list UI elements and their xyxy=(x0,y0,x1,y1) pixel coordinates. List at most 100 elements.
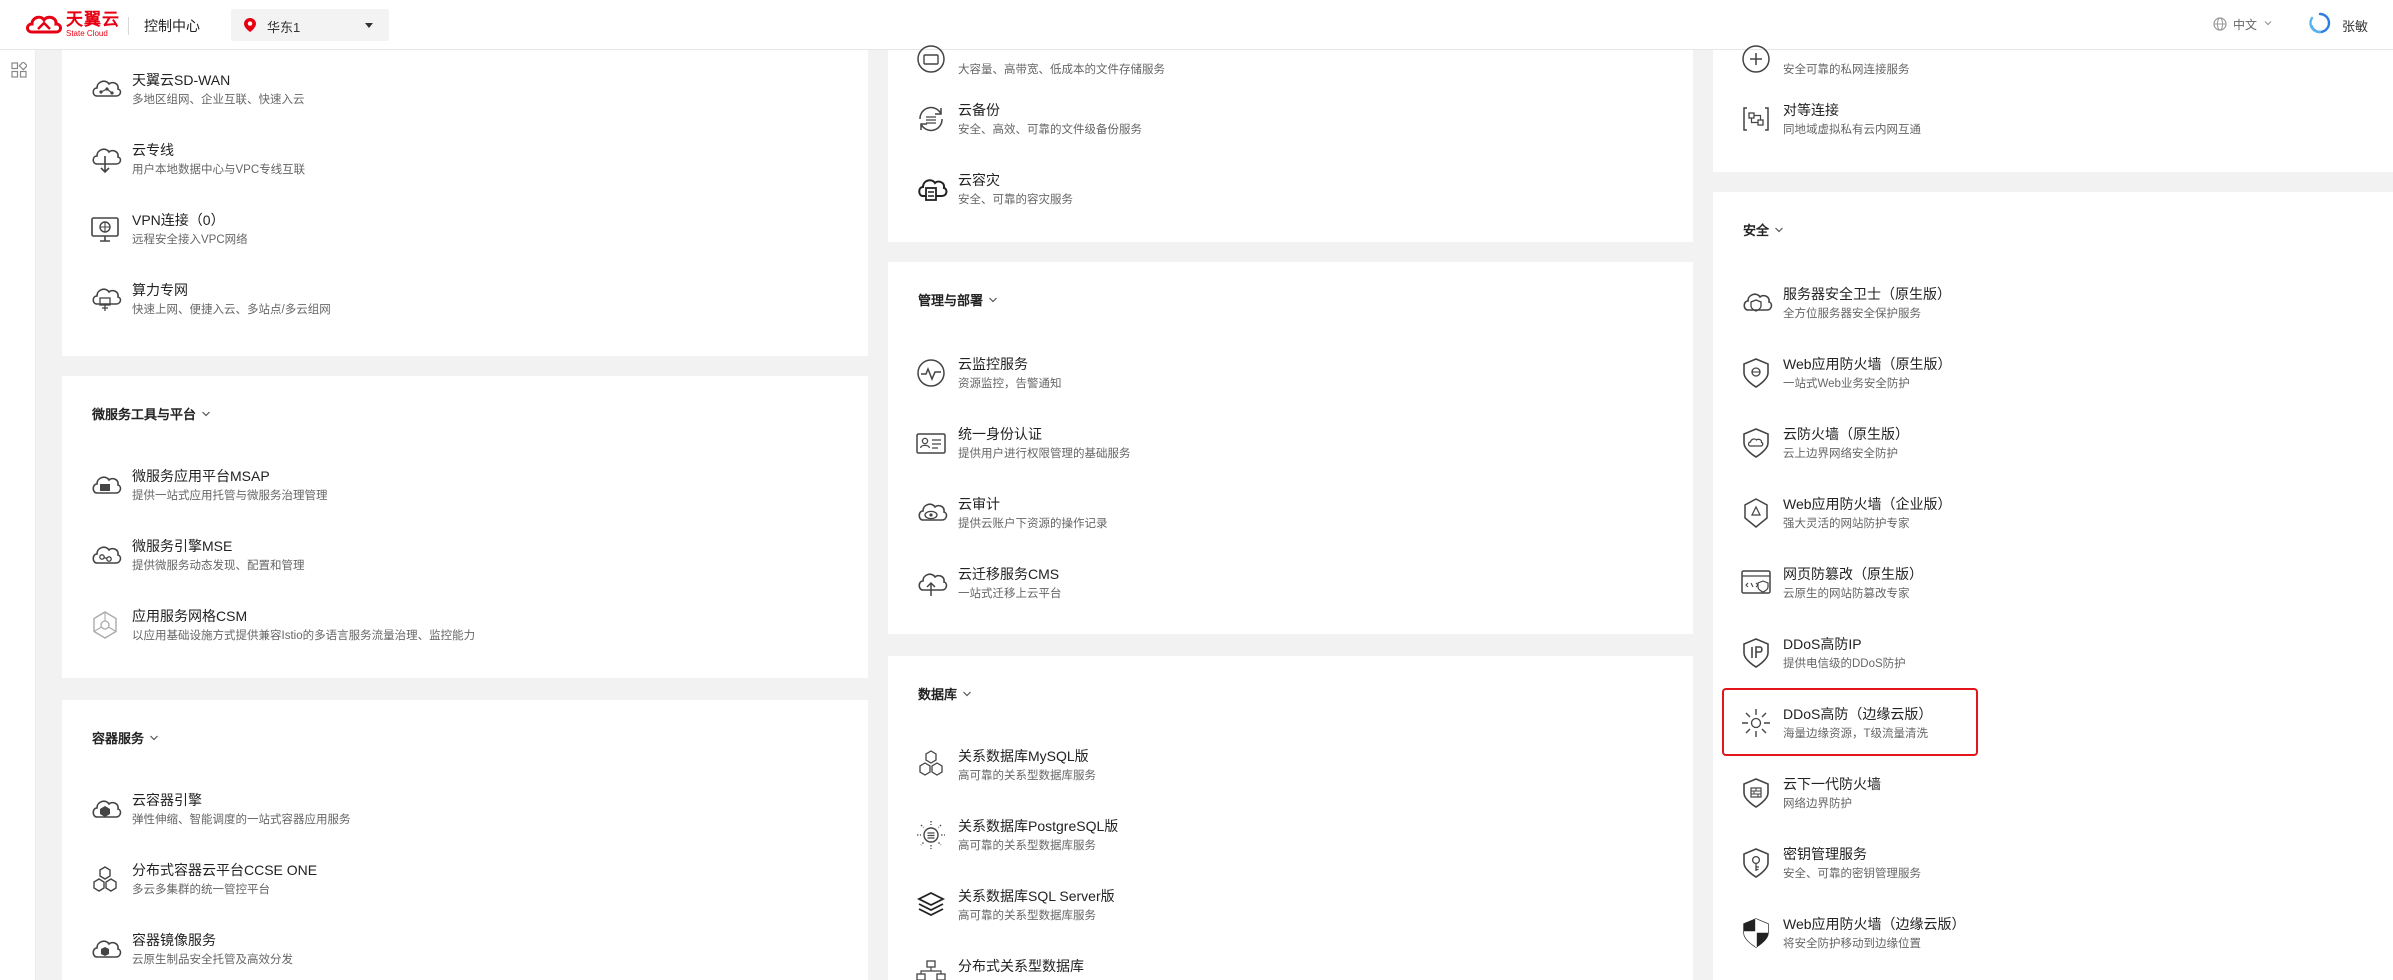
service-desc: 将安全防护移动到边缘位置 xyxy=(1783,938,1921,950)
service-item-mse[interactable]: 微服务引擎MSE 提供微服务动态发现、配置和管理 xyxy=(82,534,822,596)
service-item-audit[interactable]: 云审计 提供云账户下资源的操作记录 xyxy=(908,492,1648,554)
service-name: 应用服务网格CSM xyxy=(132,608,248,624)
brand-logo[interactable]: 天翼云 State Cloud xyxy=(24,10,120,40)
service-desc: 快速上网、便捷入云、多站点/多云组网 xyxy=(132,304,331,316)
network-card: 天翼云SD-WAN 多地区组网、企业互联、快速入云 云专线 用户本地数据中心与V… xyxy=(62,50,868,356)
service-item-ddos-ip[interactable]: DDoS高防IP 提供电信级的DDoS防护 xyxy=(1733,632,2393,694)
service-item-sqlserver[interactable]: 关系数据库SQL Server版 高可靠的关系型数据库服务 xyxy=(908,884,1648,946)
service-name: 云容灾 xyxy=(958,172,1000,188)
service-item-monitor[interactable]: 云监控服务 资源监控，告警通知 xyxy=(908,352,1648,414)
category-title-database[interactable]: 数据库 xyxy=(918,684,972,703)
monitor-icon xyxy=(914,356,948,390)
service-item-file-storage[interactable]: 大容量、高带宽、低成本的文件存储服务 xyxy=(908,38,1648,100)
service-item-waf-enterprise[interactable]: Web应用防火墙（企业版） 强大灵活的网站防护专家 xyxy=(1733,492,2393,554)
service-name: Web应用防火墙（原生版） xyxy=(1783,356,1952,372)
category-title-microservice[interactable]: 微服务工具与平台 xyxy=(92,404,211,423)
service-item-sdwan[interactable]: 天翼云SD-WAN 多地区组网、企业互联、快速入云 xyxy=(82,68,822,130)
service-item-migration[interactable]: 云迁移服务CMS 一站式迁移上云平台 xyxy=(908,562,1648,624)
service-desc: 提供电信级的DDoS防护 xyxy=(1783,658,1906,670)
migration-icon xyxy=(914,566,948,600)
file-storage-icon xyxy=(914,42,948,76)
cloud-firewall-icon xyxy=(1739,426,1773,460)
service-item-iam[interactable]: 统一身份认证 提供用户进行权限管理的基础服务 xyxy=(908,422,1648,484)
service-item-ccse-one[interactable]: 分布式容器云平台CCSE ONE 多云多集群的统一管控平台 xyxy=(82,858,822,920)
service-desc: 以应用基础设施方式提供兼容Istio的多语言服务流量治理、监控能力 xyxy=(132,630,476,642)
service-item-image-registry[interactable]: 容器镜像服务 云原生制品安全托管及高效分发 xyxy=(82,928,822,980)
service-name: 密钥管理服务 xyxy=(1783,846,1867,862)
disaster-recovery-icon xyxy=(914,172,948,206)
image-registry-icon xyxy=(88,932,122,966)
service-name: 分布式容器云平台CCSE ONE xyxy=(132,862,318,878)
service-item-server-guard[interactable]: 服务器安全卫士（原生版） 全方位服务器安全保护服务 xyxy=(1733,282,2393,344)
category-title-text: 安全 xyxy=(1743,223,1770,238)
vpn-icon xyxy=(88,212,122,246)
service-name: VPN连接（0） xyxy=(132,212,225,228)
service-desc: 云原生的网站防篡改专家 xyxy=(1783,588,1910,600)
container-engine-icon xyxy=(88,792,122,826)
service-item-msap[interactable]: 微服务应用平台MSAP 提供一站式应用托管与微服务治理管理 xyxy=(82,464,822,526)
service-item-distributed-db[interactable]: 分布式关系型数据库 xyxy=(908,954,1648,980)
service-item-kms[interactable]: 密钥管理服务 安全、可靠的密钥管理服务 xyxy=(1733,842,2393,904)
category-title-text: 容器服务 xyxy=(92,731,145,746)
service-desc: 高可靠的关系型数据库服务 xyxy=(958,840,1096,852)
service-item-backup[interactable]: 云备份 安全、高效、可靠的文件级备份服务 xyxy=(908,98,1648,160)
location-pin-icon xyxy=(244,18,256,32)
service-item-mysql[interactable]: 关系数据库MySQL版 高可靠的关系型数据库服务 xyxy=(908,744,1648,806)
cloud-logo-icon xyxy=(26,15,62,34)
service-name: 对等连接 xyxy=(1783,102,1839,118)
service-item-anti-tamper[interactable]: 网页防篡改（原生版） 云原生的网站防篡改专家 xyxy=(1733,562,2393,624)
avatar-icon xyxy=(2309,12,2331,34)
ngfw-icon xyxy=(1739,776,1773,810)
language-label: 中文 xyxy=(2233,18,2258,32)
category-title-text: 数据库 xyxy=(918,687,958,702)
service-item-computing-network[interactable]: 算力专网 快速上网、便捷入云、多站点/多云组网 xyxy=(82,278,822,340)
service-desc: 安全、高效、可靠的文件级备份服务 xyxy=(958,124,1142,136)
service-item-postgresql[interactable]: 关系数据库PostgreSQL版 高可靠的关系型数据库服务 xyxy=(908,814,1648,876)
service-item-container-engine[interactable]: 云容器引擎 弹性伸缩、智能调度的一站式容器应用服务 xyxy=(82,788,822,850)
service-name: 算力专网 xyxy=(132,282,188,298)
service-desc: 安全、可靠的容灾服务 xyxy=(958,194,1073,206)
dedicated-line-icon xyxy=(88,142,122,176)
region-selector[interactable]: 华东1 xyxy=(231,9,389,41)
service-item-ngfw[interactable]: 云下一代防火墙 网络边界防护 xyxy=(1733,772,2393,834)
category-title-container[interactable]: 容器服务 xyxy=(92,728,159,747)
service-desc: 一站式迁移上云平台 xyxy=(958,588,1062,600)
console-title[interactable]: 控制中心 xyxy=(144,16,200,36)
service-desc: 提供云账户下资源的操作记录 xyxy=(958,518,1108,530)
security-card: 安全 服务器安全卫士（原生版） 全方位服务器安全保护服务 Web应用防火墙（原生… xyxy=(1713,192,2393,980)
category-title-security[interactable]: 安全 xyxy=(1743,220,1784,239)
selection-highlight xyxy=(1722,688,1978,756)
service-desc: 一站式Web业务安全防护 xyxy=(1783,378,1910,390)
service-item-disaster-recovery[interactable]: 云容灾 安全、可靠的容灾服务 xyxy=(908,168,1648,230)
service-item-csm[interactable]: 应用服务网格CSM 以应用基础设施方式提供兼容Istio的多语言服务流量治理、监… xyxy=(82,604,822,666)
database-card: 数据库 关系数据库MySQL版 高可靠的关系型数据库服务 关系数据库Postgr… xyxy=(888,656,1693,980)
service-item-private-link[interactable]: 安全可靠的私网连接服务 xyxy=(1733,38,2393,100)
service-name: 云迁移服务CMS xyxy=(958,566,1060,582)
service-item-cloud-firewall[interactable]: 云防火墙（原生版） 云上边界网络安全防护 xyxy=(1733,422,2393,484)
service-desc: 同地域虚拟私有云内网互通 xyxy=(1783,124,1921,136)
service-desc: 远程安全接入VPC网络 xyxy=(132,234,248,246)
service-desc: 安全可靠的私网连接服务 xyxy=(1783,64,1910,76)
service-item-waf-native[interactable]: Web应用防火墙（原生版） 一站式Web业务安全防护 xyxy=(1733,352,2393,414)
service-name: 云容器引擎 xyxy=(132,792,202,808)
service-desc: 多云多集群的统一管控平台 xyxy=(132,884,270,896)
computing-network-icon xyxy=(88,282,122,316)
app-grid-icon[interactable] xyxy=(11,62,27,78)
service-item-waf-edge[interactable]: Web应用防火墙（边缘云版） 将安全防护移动到边缘位置 xyxy=(1733,912,2393,974)
service-item-peering[interactable]: 对等连接 同地域虚拟私有云内网互通 xyxy=(1733,98,2393,160)
logo-subtitle: State Cloud xyxy=(66,29,108,38)
anti-tamper-icon xyxy=(1739,566,1773,600)
service-desc: 云上边界网络安全防护 xyxy=(1783,448,1898,460)
category-title-management[interactable]: 管理与部署 xyxy=(918,290,998,309)
service-item-dedicated-line[interactable]: 云专线 用户本地数据中心与VPC专线互联 xyxy=(82,138,822,200)
service-name: 云下一代防火墙 xyxy=(1783,776,1881,792)
service-desc: 提供一站式应用托管与微服务治理管理 xyxy=(132,490,328,502)
audit-icon xyxy=(914,496,948,530)
sqlserver-icon xyxy=(914,888,948,922)
chevron-down-icon xyxy=(1775,227,1783,233)
service-name: Web应用防火墙（企业版） xyxy=(1783,496,1952,512)
chevron-down-icon xyxy=(963,691,971,697)
storage-card: 大容量、高带宽、低成本的文件存储服务 云备份 安全、高效、可靠的文件级备份服务 … xyxy=(888,45,1693,242)
service-desc: 高可靠的关系型数据库服务 xyxy=(958,770,1096,782)
service-item-vpn[interactable]: VPN连接（0） 远程安全接入VPC网络 xyxy=(82,208,822,270)
